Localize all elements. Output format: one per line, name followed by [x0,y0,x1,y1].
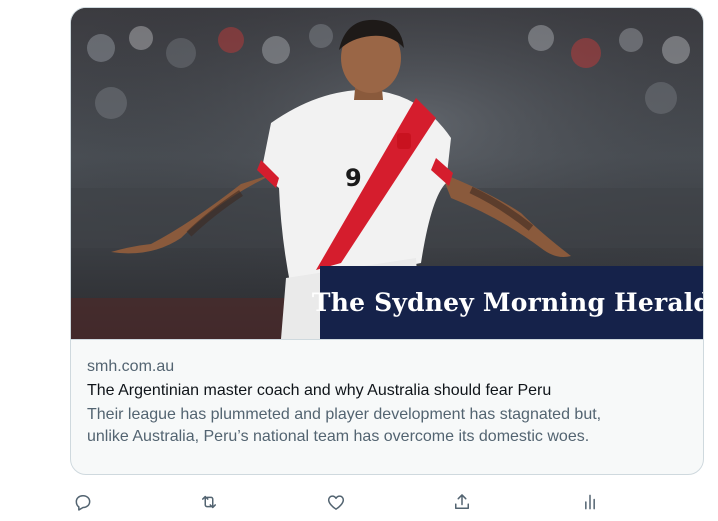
analytics-icon [585,494,595,510]
analytics-button[interactable] [577,489,603,515]
publisher-masthead: The Sydney Morning Herald [312,266,703,339]
masthead-text: The Sydney Morning Herald [311,288,703,317]
link-title: The Argentinian master coach and why Aus… [87,382,552,399]
like-icon [327,495,345,510]
link-domain: smh.com.au [87,358,175,375]
link-preview-card[interactable]: 9 The Sydney Morning Herald smh.com.au T… [70,7,704,475]
link-description-line-1: Their league has plummeted and player de… [87,406,602,423]
link-description: Their league has plummeted and player de… [87,404,689,448]
retweet-icon [202,495,216,509]
jersey-number: 9 [345,164,362,192]
tweet-action-bar [0,489,718,515]
reply-icon [75,495,91,511]
retweet-button[interactable] [196,489,222,515]
link-description-line-2: unlike Australia, Peru’s national team h… [87,428,590,445]
share-button[interactable] [449,489,475,515]
share-icon [455,494,469,509]
reply-button[interactable] [70,489,96,515]
like-button[interactable] [323,489,349,515]
card-text-block[interactable]: smh.com.au The Argentinian master coach … [71,339,703,474]
article-image[interactable]: 9 The Sydney Morning Herald [71,8,703,339]
